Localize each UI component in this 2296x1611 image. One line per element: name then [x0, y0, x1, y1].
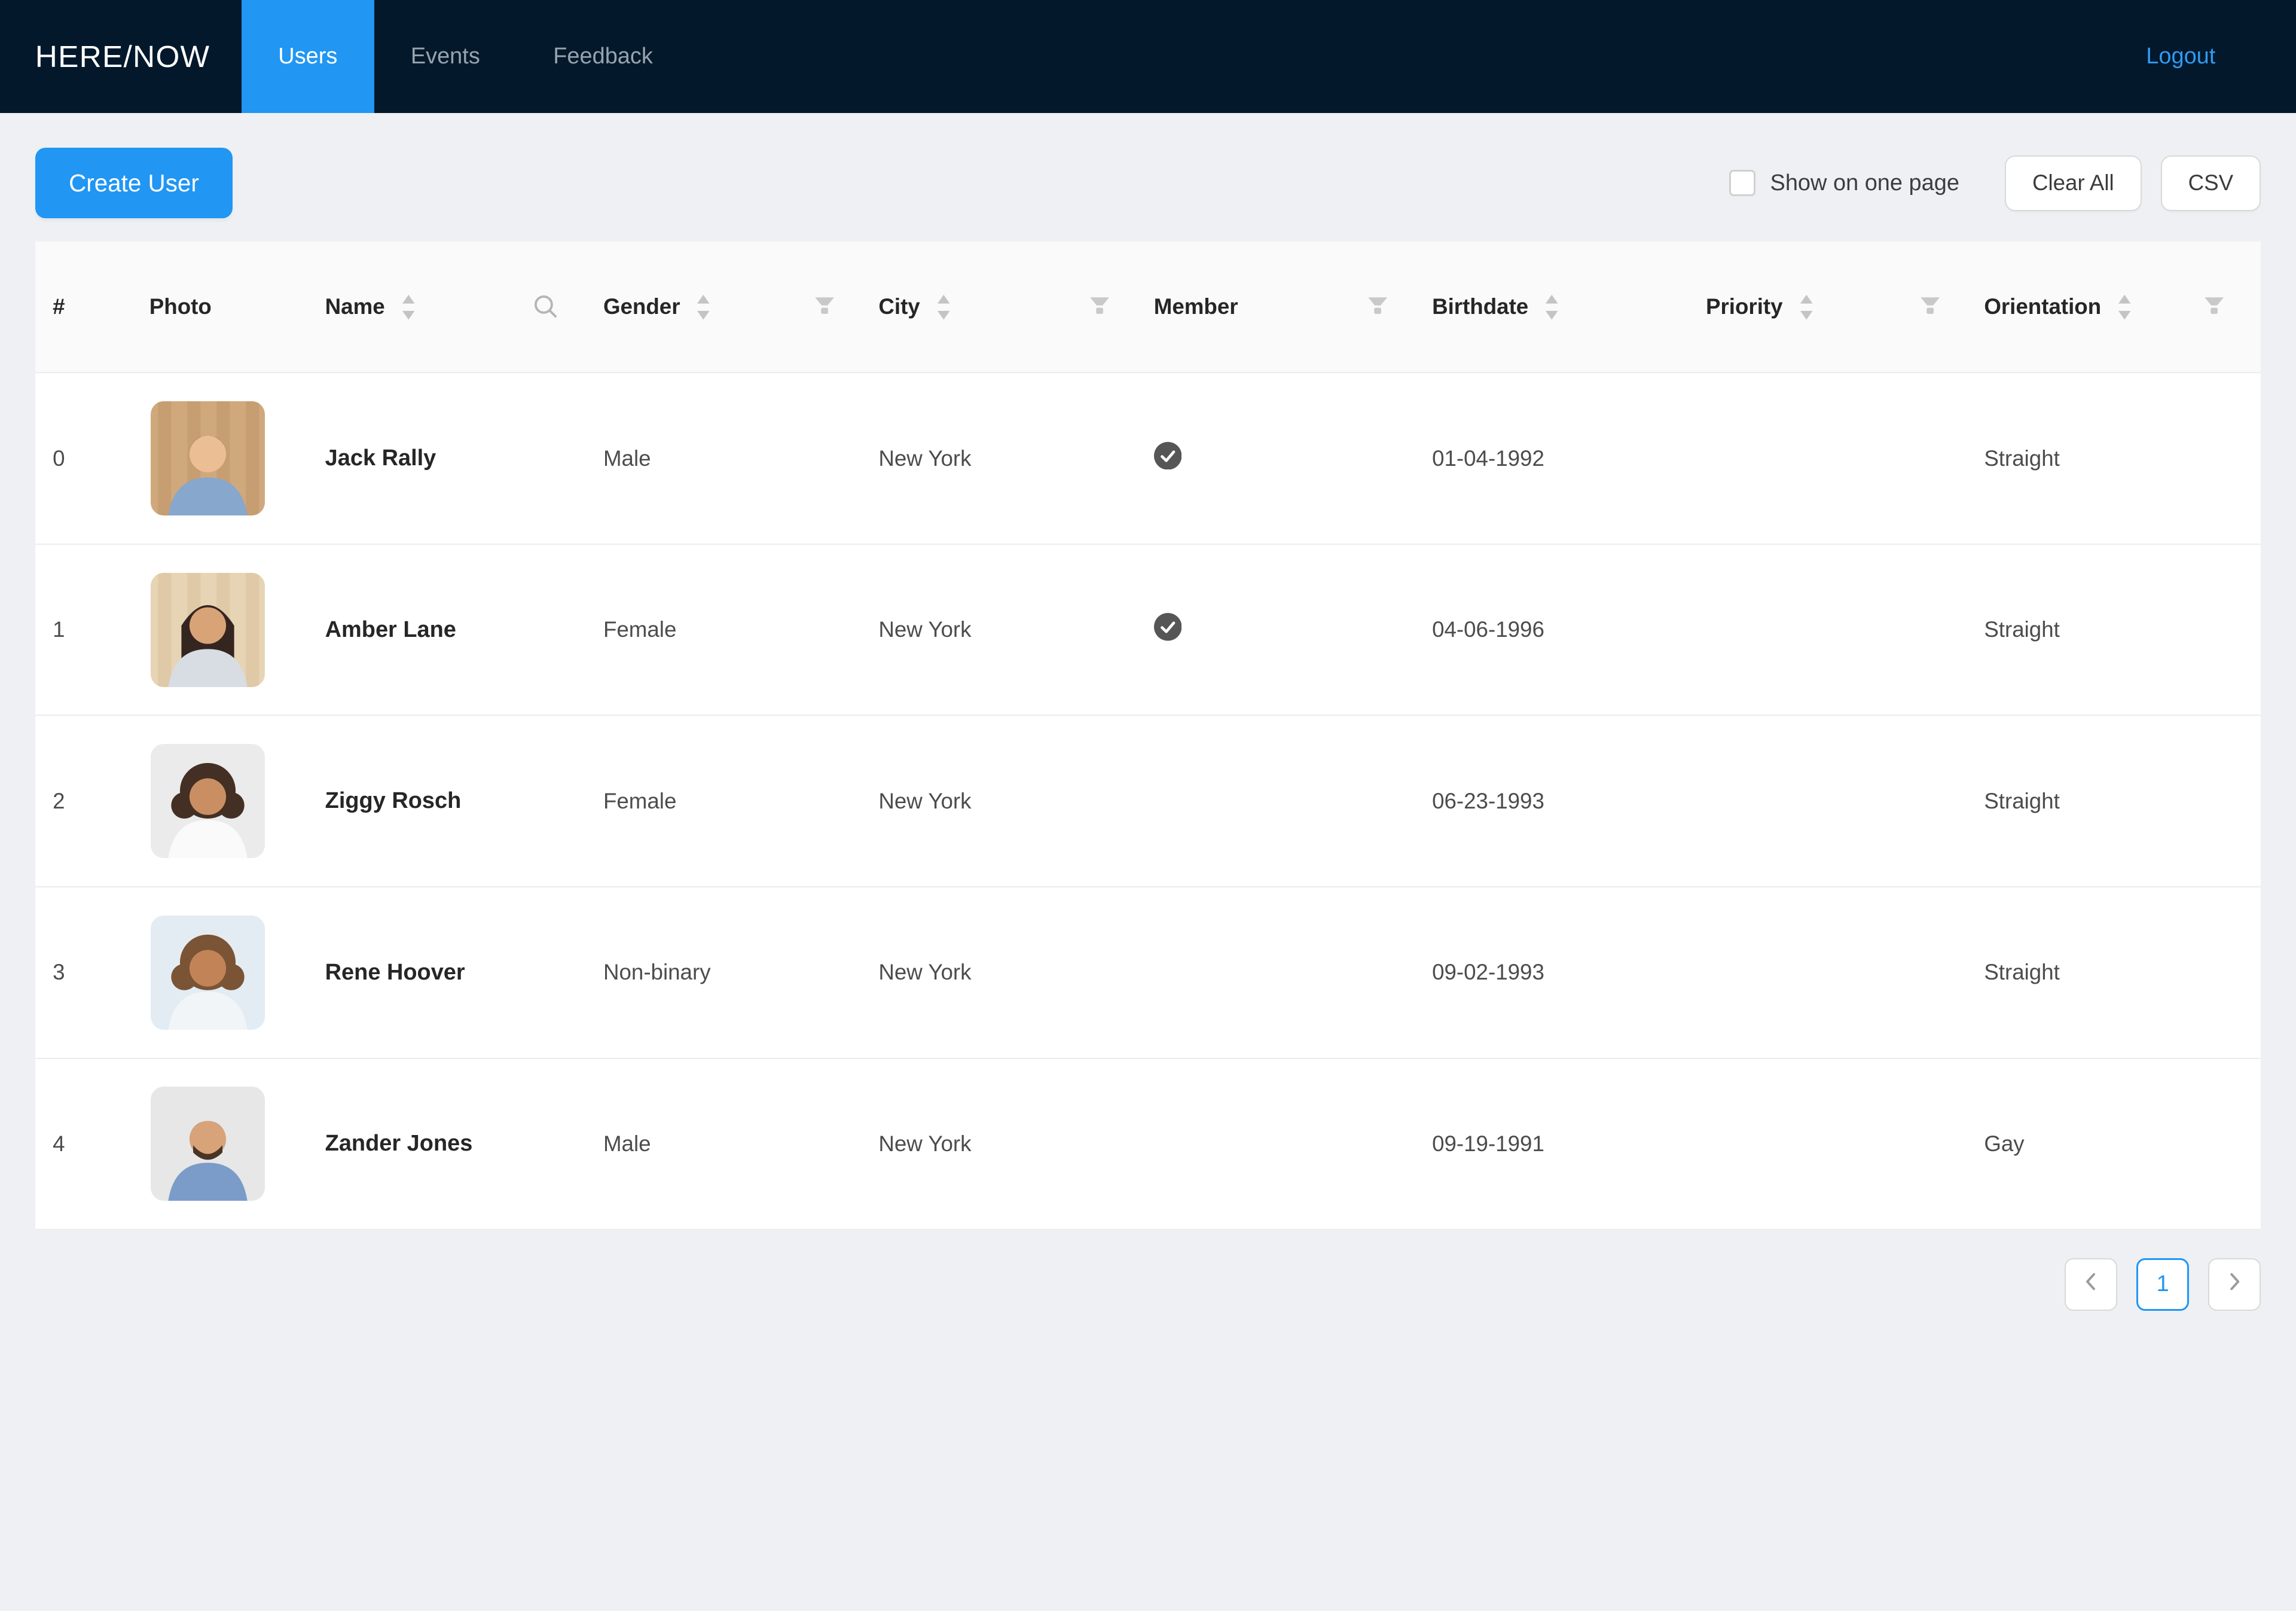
- sort-icon[interactable]: [696, 292, 710, 322]
- toolbar: Create User Show on one page Clear All C…: [35, 148, 2261, 218]
- column-header-birthdate: Birthdate: [1406, 242, 1680, 372]
- search-icon[interactable]: [533, 294, 559, 320]
- cell-city: New York: [878, 960, 972, 985]
- cell-orientation: Straight: [1984, 960, 2060, 985]
- create-user-button[interactable]: Create User: [35, 148, 233, 218]
- page-1-button[interactable]: 1: [2136, 1258, 2190, 1311]
- sort-icon[interactable]: [2117, 292, 2132, 322]
- cell-orientation: Straight: [1984, 617, 2060, 642]
- cell-birthdate: 09-19-1991: [1432, 1131, 1544, 1156]
- cell-photo: [123, 572, 299, 687]
- users-table: # Photo Name Gender City Member Birthdat…: [35, 242, 2261, 1231]
- navbar: HERE/NOW Users Events Feedback Logout: [0, 0, 2296, 113]
- user-photo: [151, 572, 265, 687]
- next-page-button[interactable]: [2208, 1258, 2261, 1311]
- app-root: HERE/NOW Users Events Feedback Logout Cr…: [0, 0, 2296, 1611]
- sort-icon[interactable]: [1544, 292, 1559, 322]
- sort-icon[interactable]: [1799, 292, 1813, 322]
- cell-gender: Non-binary: [603, 960, 711, 985]
- clear-all-button[interactable]: Clear All: [2004, 155, 2142, 211]
- cell-orientation: Gay: [1984, 1131, 2025, 1156]
- member-check-icon: [1153, 441, 1182, 470]
- filter-icon[interactable]: [2204, 297, 2224, 317]
- cell-name: Amber Lane: [325, 617, 456, 642]
- cell-member: [1128, 441, 1406, 475]
- column-header-index: #: [53, 294, 65, 319]
- cell-birthdate: 04-06-1996: [1432, 617, 1544, 642]
- cell-city: New York: [878, 446, 972, 471]
- cell-index: 1: [53, 617, 65, 642]
- cell-photo: [123, 915, 299, 1030]
- tab-events[interactable]: Events: [374, 0, 517, 113]
- cell-gender: Female: [603, 617, 677, 642]
- prev-page-button[interactable]: [2065, 1258, 2118, 1311]
- table-row: 0 Jack Rally Male New York 01-04-1992 St…: [35, 373, 2261, 545]
- app-logo: HERE/NOW: [35, 39, 210, 74]
- column-header-gender: Gender: [577, 242, 852, 372]
- filter-icon[interactable]: [814, 297, 835, 317]
- table-header-row: # Photo Name Gender City Member Birthdat…: [35, 242, 2261, 374]
- cell-city: New York: [878, 1131, 972, 1156]
- logout-link[interactable]: Logout: [2146, 44, 2215, 69]
- table-row: 1 Amber Lane Female New York 04-06-1996 …: [35, 544, 2261, 716]
- filter-icon[interactable]: [1367, 297, 1388, 317]
- cell-name: Rene Hoover: [325, 959, 465, 985]
- table-row: 4 Zander Jones Male New York 09-19-1991 …: [35, 1058, 2261, 1231]
- table-row: 3 Rene Hoover Non-binary New York 09-02-…: [35, 887, 2261, 1059]
- sort-icon[interactable]: [401, 292, 416, 322]
- cell-photo: [123, 744, 299, 859]
- show-on-one-page-checkbox[interactable]: [1729, 170, 1756, 197]
- filter-icon[interactable]: [1089, 297, 1110, 317]
- user-photo: [151, 401, 265, 516]
- nav-tabs: Users Events Feedback: [242, 0, 689, 113]
- tab-feedback[interactable]: Feedback: [517, 0, 689, 113]
- column-header-city: City: [852, 242, 1127, 372]
- user-photo: [151, 1087, 265, 1201]
- cell-birthdate: 06-23-1993: [1432, 788, 1544, 813]
- cell-city: New York: [878, 788, 972, 813]
- cell-orientation: Straight: [1984, 788, 2060, 813]
- table-row: 2 Ziggy Rosch Female New York 06-23-1993…: [35, 716, 2261, 887]
- show-on-one-page-label[interactable]: Show on one page: [1770, 170, 1959, 196]
- cell-name: Ziggy Rosch: [325, 788, 462, 814]
- cell-photo: [123, 401, 299, 516]
- cell-name: Zander Jones: [325, 1131, 473, 1157]
- csv-button[interactable]: CSV: [2160, 155, 2261, 211]
- tab-users[interactable]: Users: [242, 0, 374, 113]
- main-content: Create User Show on one page Clear All C…: [0, 113, 2296, 1311]
- cell-index: 3: [53, 960, 65, 985]
- cell-birthdate: 09-02-1993: [1432, 960, 1544, 985]
- cell-orientation: Straight: [1984, 446, 2060, 471]
- cell-photo: [123, 1087, 299, 1201]
- cell-index: 2: [53, 788, 65, 813]
- cell-member: [1128, 613, 1406, 646]
- cell-index: 4: [53, 1131, 65, 1156]
- column-header-member: Member: [1128, 242, 1406, 372]
- chevron-right-icon: [2224, 1271, 2245, 1296]
- column-header-photo: Photo: [149, 294, 212, 319]
- cell-gender: Male: [603, 1131, 651, 1156]
- user-photo: [151, 744, 265, 859]
- chevron-left-icon: [2081, 1271, 2101, 1296]
- toolbar-right: Show on one page Clear All CSV: [1729, 155, 2261, 211]
- member-check-icon: [1153, 613, 1182, 641]
- cell-gender: Male: [603, 446, 651, 471]
- column-header-orientation: Orientation: [1958, 242, 2242, 372]
- pagination: 1: [35, 1230, 2261, 1311]
- cell-gender: Female: [603, 788, 677, 813]
- cell-name: Jack Rally: [325, 446, 436, 471]
- sort-icon[interactable]: [936, 292, 951, 322]
- filter-icon[interactable]: [1920, 297, 1940, 317]
- user-photo: [151, 915, 265, 1030]
- column-header-name: Name: [299, 242, 577, 372]
- cell-index: 0: [53, 446, 65, 471]
- column-header-priority: Priority: [1680, 242, 1958, 372]
- cell-birthdate: 01-04-1992: [1432, 446, 1544, 471]
- cell-city: New York: [878, 617, 972, 642]
